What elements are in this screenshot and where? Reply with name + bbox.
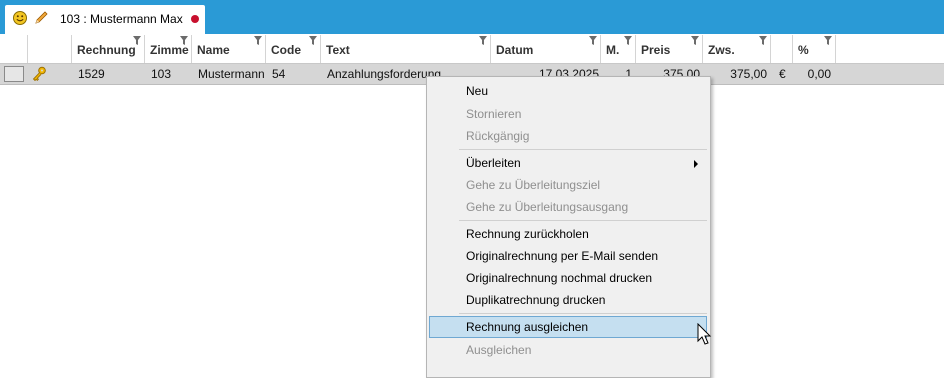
grid-header: Rechnung Zimme Name Code Text Datum M. P… [0,35,944,64]
tab-label: 103 : Mustermann Max [60,12,183,26]
mouse-cursor-icon [697,323,712,345]
filter-icon[interactable] [133,36,141,45]
menu-separator [459,220,707,221]
column-header-zimmer[interactable]: Zimme [145,35,192,63]
menu-item-gehe-ziel[interactable]: Gehe zu Überleitungsziel [429,174,707,196]
column-header-m[interactable]: M. [601,35,636,63]
header-selector [0,35,28,63]
menu-item-email[interactable]: Originalrechnung per E-Mail senden [429,245,707,267]
menu-item-stornieren[interactable]: Stornieren [429,103,707,125]
row-selector[interactable] [4,66,24,82]
column-header-code[interactable]: Code [266,35,321,63]
column-label: Zimme [150,43,189,57]
column-header-name[interactable]: Name [192,35,266,63]
menu-separator [459,149,707,150]
cell-rechnung: 1529 [78,67,105,81]
submenu-arrow-icon [694,160,698,168]
menu-item-ueberleiten[interactable]: Überleiten [429,152,707,174]
column-header-rechnung[interactable]: Rechnung [72,35,145,63]
column-label: Datum [496,43,534,57]
column-header-preis[interactable]: Preis [636,35,703,63]
column-label: % [798,43,809,57]
context-menu: Neu Stornieren Rückgängig Überleiten Geh… [426,76,711,378]
cell-currency: € [779,67,786,81]
column-label: M. [606,43,620,57]
key-icon [32,66,46,82]
menu-item-nochmal-drucken[interactable]: Originalrechnung nochmal drucken [429,267,707,289]
column-header-percent[interactable]: % [793,35,836,63]
column-header-datum[interactable]: Datum [491,35,601,63]
menu-item-neu[interactable]: Neu [429,80,707,102]
unsaved-indicator-dot [191,15,199,23]
document-tab[interactable]: 103 : Mustermann Max [5,5,205,34]
menu-item-ausgleichen[interactable]: Ausgleichen [429,339,707,361]
smiley-icon [13,11,27,25]
column-header-zws[interactable]: Zws. [703,35,771,63]
menu-item-rechnung-ausgleichen[interactable]: Rechnung ausgleichen [429,316,707,338]
filter-icon[interactable] [624,36,632,45]
filter-icon[interactable] [759,36,767,45]
column-label: Preis [641,43,671,57]
menu-item-duplikat[interactable]: Duplikatrechnung drucken [429,289,707,311]
menu-item-zurueckholen[interactable]: Rechnung zurückholen [429,223,707,245]
column-label: Rechnung [77,43,136,57]
filter-icon[interactable] [824,36,832,45]
title-bar: 103 : Mustermann Max [0,0,944,34]
cell-name: Mustermann [198,67,265,81]
menu-separator [459,313,707,314]
column-label: Zws. [708,43,735,57]
filter-icon[interactable] [180,36,188,45]
column-header-text[interactable]: Text [321,35,491,63]
filter-icon[interactable] [691,36,699,45]
pencil-icon [35,11,48,24]
cell-zws: 375,00 [730,67,767,81]
filter-icon[interactable] [589,36,597,45]
cell-zimmer: 103 [151,67,172,81]
column-header-currency[interactable] [771,35,793,63]
column-label: Text [326,43,350,57]
filter-icon[interactable] [479,36,487,45]
filter-icon[interactable] [254,36,262,45]
column-label: Name [197,43,230,57]
cell-percent: 0,00 [807,67,831,81]
menu-item-gehe-ausgang[interactable]: Gehe zu Überleitungsausgang [429,196,707,218]
filter-icon[interactable] [309,36,317,45]
column-label: Code [271,43,301,57]
menu-item-rueckgaengig[interactable]: Rückgängig [429,125,707,147]
header-icon-col [28,35,72,63]
cell-code: 54 [272,67,286,81]
